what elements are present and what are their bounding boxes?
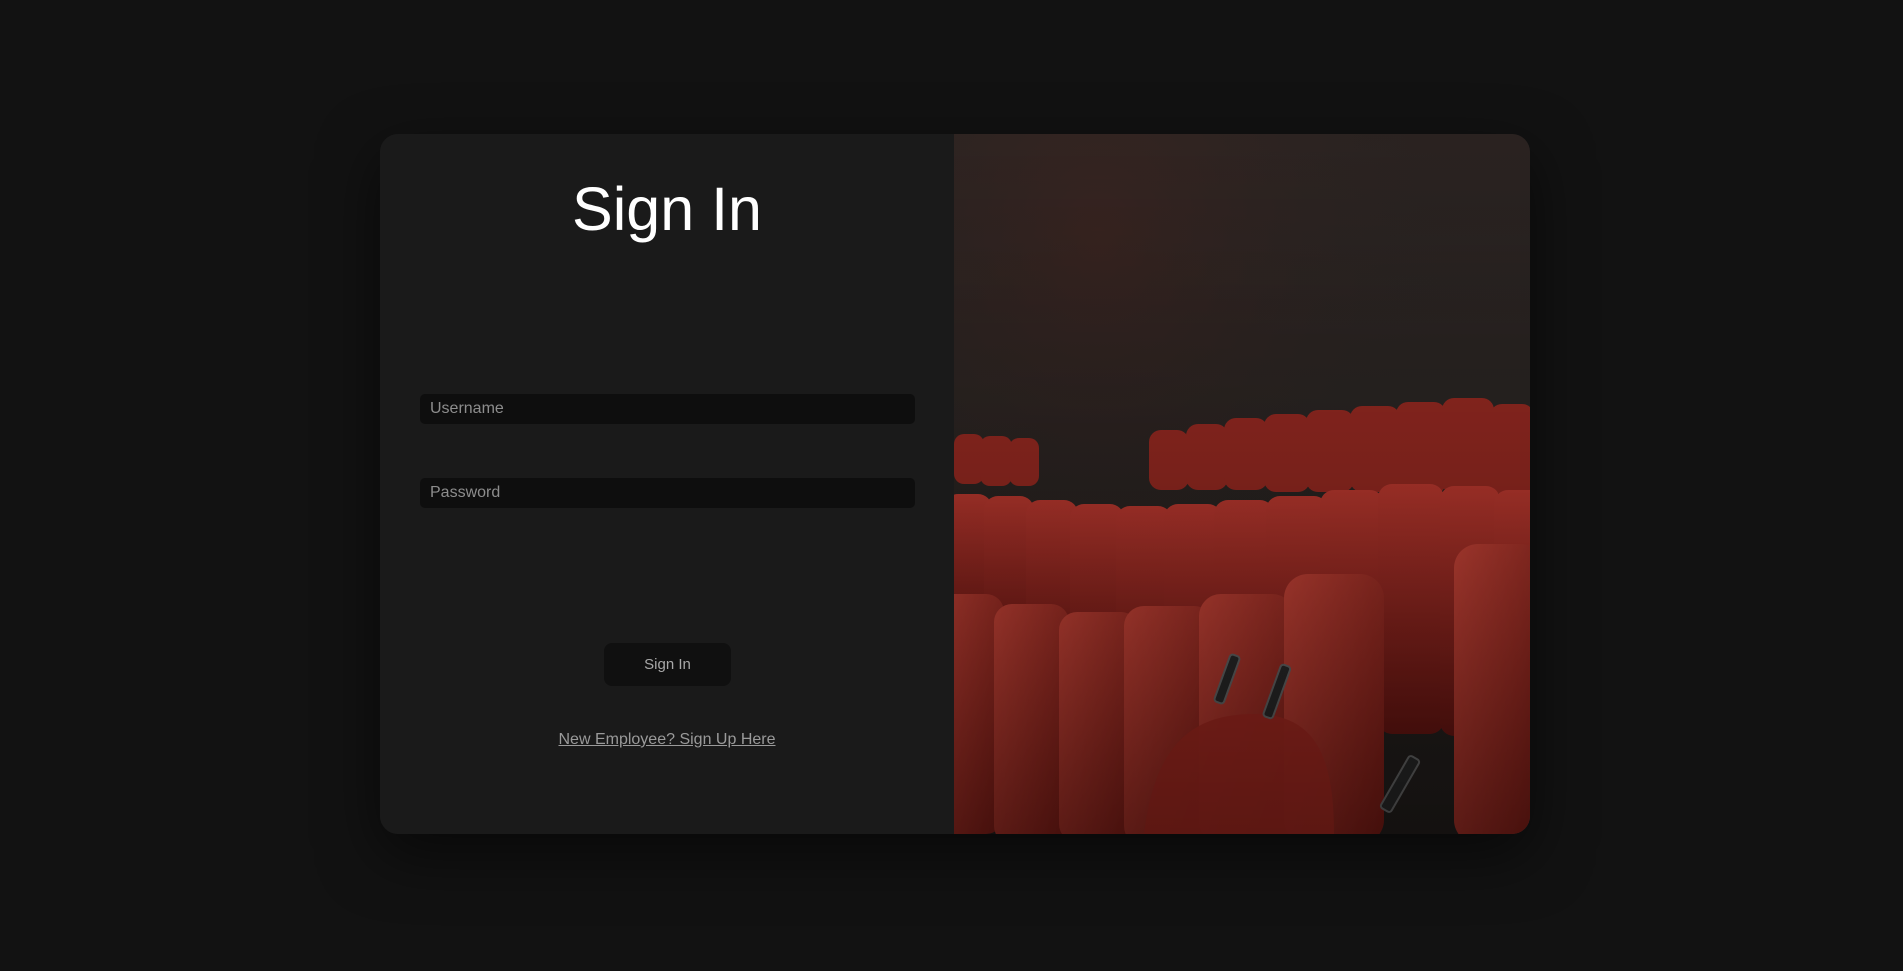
page-title: Sign In xyxy=(572,175,762,243)
hero-image xyxy=(954,134,1530,834)
password-input[interactable] xyxy=(420,478,915,508)
username-input[interactable] xyxy=(420,394,915,424)
login-card: Sign In Sign In New Employee? Sign Up He… xyxy=(380,134,1530,834)
sign-in-button[interactable]: Sign In xyxy=(604,643,731,686)
cinema-seats-image xyxy=(954,134,1530,834)
login-form-panel: Sign In Sign In New Employee? Sign Up He… xyxy=(380,134,954,834)
signup-link[interactable]: New Employee? Sign Up Here xyxy=(380,731,954,749)
